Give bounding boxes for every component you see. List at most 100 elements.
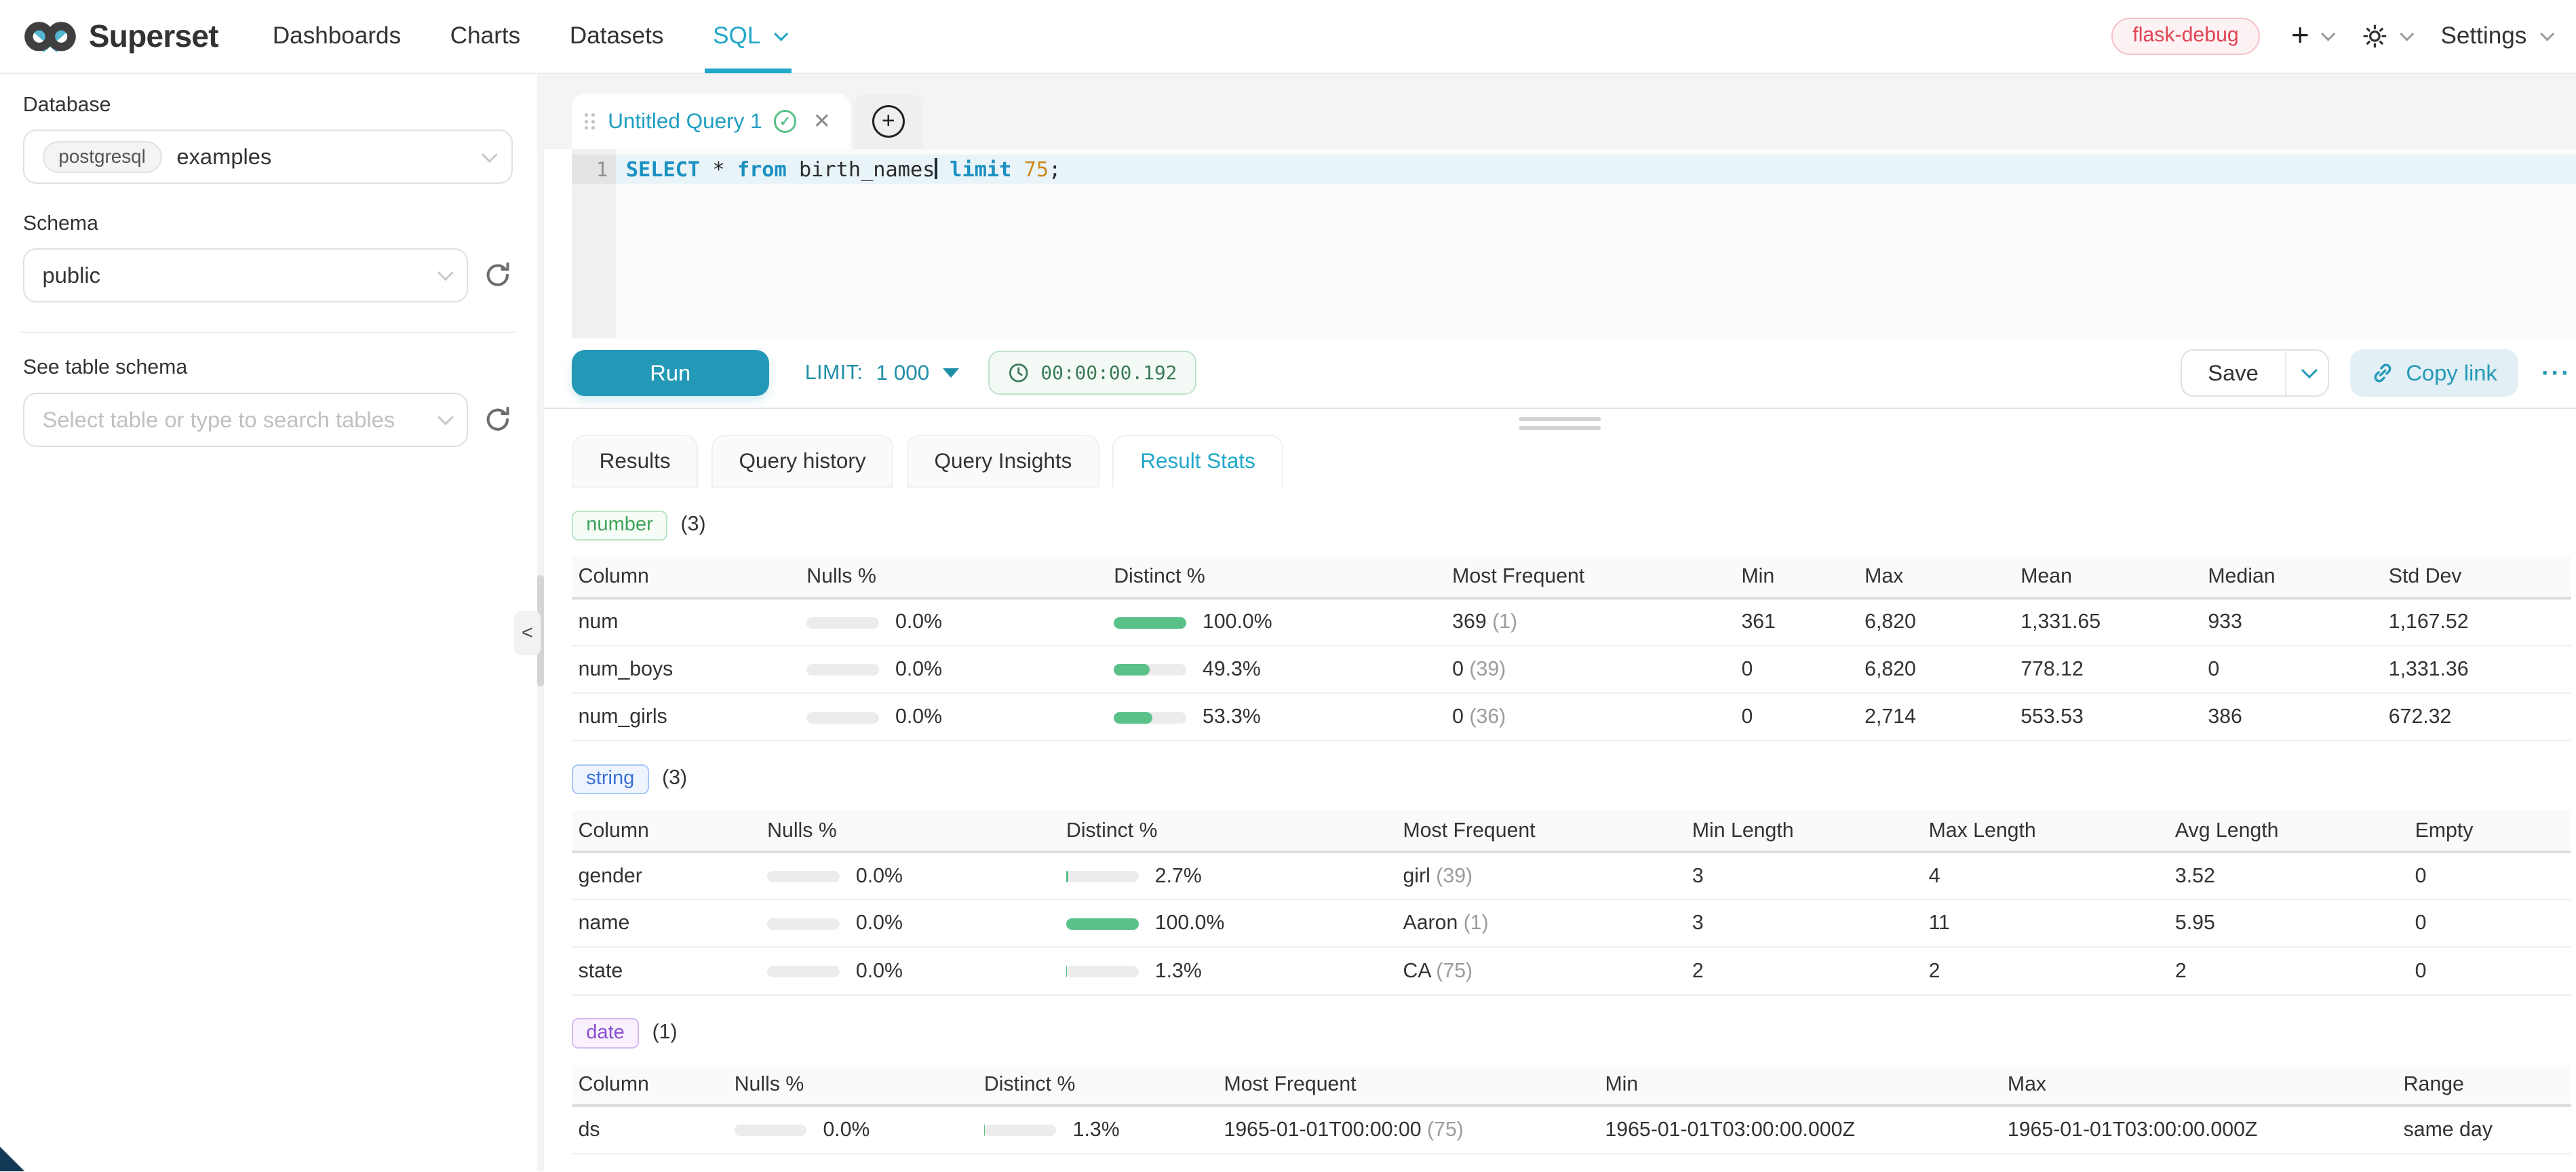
column-name-cell: name (572, 899, 761, 947)
database-select[interactable]: postgresql examples (23, 130, 513, 184)
table-select[interactable]: Select table or type to search tables (23, 393, 468, 447)
copy-link-button[interactable]: Copy link (2350, 349, 2518, 397)
editor-toolbar: Run LIMIT: 1 000 00:00:00.192 (572, 338, 2576, 408)
column-header: Median (2202, 557, 2382, 598)
percent-bar (767, 966, 840, 977)
sql-token (1011, 158, 1023, 182)
column-header: Avg Length (2168, 810, 2408, 852)
type-badge-date: date (572, 1018, 639, 1048)
sql-token: from (737, 158, 787, 182)
split-zone (544, 409, 2576, 435)
value-cell: 6,820 (1858, 646, 2014, 693)
stats-section-string: string(3)ColumnNulls %Distinct %Most Fre… (572, 761, 2571, 995)
stats-table-number: ColumnNulls %Distinct %Most FrequentMinM… (572, 557, 2571, 741)
schema-select[interactable]: public (23, 248, 468, 302)
value-cell: 0 (1735, 693, 1858, 741)
column-name-cell: state (572, 947, 761, 994)
percent-bar (1114, 664, 1186, 676)
value-cell: 3.52 (2168, 852, 2408, 899)
query-tab-title: Untitled Query 1 (608, 109, 762, 134)
column-name-cell: num_girls (572, 693, 800, 741)
tab-results[interactable]: Results (572, 435, 698, 488)
sql-token: limit (950, 158, 1011, 182)
save-options-button[interactable] (2285, 351, 2328, 395)
new-item-menu[interactable]: + (2291, 22, 2330, 50)
more-actions-button[interactable]: ··· (2541, 359, 2571, 387)
column-header: Distinct % (1059, 810, 1397, 852)
column-name-cell: gender (572, 852, 761, 899)
table-row: gender0.0%2.7%girl (39)343.520 (572, 852, 2571, 899)
triangle-down-icon (943, 368, 959, 378)
run-button[interactable]: Run (572, 350, 769, 396)
chevron-down-icon (2321, 27, 2335, 41)
refresh-tables-icon[interactable] (483, 405, 513, 435)
column-header: Min Length (1685, 810, 1922, 852)
nav-item-sql[interactable]: SQL (688, 0, 808, 73)
database-value: examples (176, 144, 271, 170)
schema-value: public (43, 262, 100, 288)
add-query-tab-button[interactable]: + (854, 94, 923, 149)
percent-bar (1066, 966, 1139, 977)
column-header: Most Frequent (1445, 557, 1734, 598)
database-engine-tag: postgresql (43, 141, 162, 174)
column-header: Mean (2014, 557, 2202, 598)
close-tab-icon[interactable]: ✕ (813, 109, 831, 134)
table-row: ds0.0%1.3%1965-01-01T00:00:00 (75)1965-0… (572, 1106, 2571, 1153)
chevron-down-icon (774, 27, 788, 41)
column-header: Empty (2408, 810, 2571, 852)
column-name-cell: num_boys (572, 646, 800, 693)
most-frequent-cell: 369 (1) (1445, 598, 1734, 646)
most-frequent-cell: CA (75) (1397, 947, 1685, 994)
refresh-schemas-icon[interactable] (483, 260, 513, 290)
sql-token: 75 (1024, 158, 1049, 182)
column-header: Column (572, 1065, 728, 1106)
chevron-down-icon (2301, 362, 2317, 378)
stats-section-date: date(1)ColumnNulls %Distinct %Most Frequ… (572, 1015, 2571, 1154)
sql-code-editor[interactable]: 1 SELECT * from birth_names limit 75; (572, 149, 2576, 338)
limit-dropdown[interactable]: LIMIT: 1 000 (805, 361, 959, 385)
value-cell: 6,820 (1858, 598, 2014, 646)
environment-badge: flask-debug (2111, 18, 2260, 55)
tab-result-stats[interactable]: Result Stats (1112, 435, 1283, 488)
most-frequent-cell: 0 (39) (1445, 646, 1734, 693)
nav-item-datasets[interactable]: Datasets (545, 0, 688, 73)
percent-cell: 0.0% (728, 1106, 977, 1153)
percent-bar (767, 918, 840, 930)
tab-query-history[interactable]: Query history (711, 435, 894, 488)
value-cell: 3 (1685, 899, 1922, 947)
query-success-icon: ✓ (774, 110, 797, 133)
drag-handle-icon[interactable] (585, 113, 595, 130)
tab-query-insights[interactable]: Query Insights (907, 435, 1099, 488)
nav-item-dashboards[interactable]: Dashboards (248, 0, 425, 73)
column-header: Max (1858, 557, 2014, 598)
sql-statement: SELECT * from birth_names limit 75; (626, 158, 1061, 182)
percent-cell: 0.0% (760, 852, 1059, 899)
value-cell: 0 (2408, 852, 2571, 899)
value-cell: 0 (2408, 899, 2571, 947)
chevron-down-icon (437, 265, 454, 281)
value-cell: 1,331.36 (2382, 646, 2571, 693)
nav-item-charts[interactable]: Charts (425, 0, 545, 73)
clock-icon (1008, 362, 1029, 383)
percent-cell: 100.0% (1108, 598, 1446, 646)
database-label: Database (23, 94, 513, 117)
value-cell: same day (2397, 1106, 2571, 1153)
value-cell: 0 (1735, 646, 1858, 693)
collapse-sidebar-button[interactable]: < (514, 611, 541, 655)
table-row: num_girls0.0%53.3%0 (36)02,714553.533866… (572, 693, 2571, 741)
stats-table-date: ColumnNulls %Distinct %Most FrequentMinM… (572, 1065, 2571, 1154)
column-header: Max Length (1922, 810, 2168, 852)
percent-bar (806, 617, 879, 629)
value-cell: 1965-01-01T03:00:00.000Z (1599, 1106, 2001, 1153)
superset-sql-lab: Superset Dashboards Charts Datasets SQL … (0, 0, 2576, 1171)
value-cell: 4 (1922, 852, 2168, 899)
value-cell: 2 (1685, 947, 1922, 994)
link-icon (2371, 362, 2394, 385)
save-button[interactable]: Save (2182, 351, 2285, 395)
chevron-down-icon (482, 146, 498, 163)
resize-handle[interactable] (1519, 417, 1601, 435)
settings-menu[interactable]: Settings (2440, 22, 2550, 50)
superset-logo[interactable]: Superset (23, 18, 218, 56)
theme-menu[interactable] (2362, 23, 2409, 50)
query-tab[interactable]: Untitled Query 1 ✓ ✕ (572, 94, 851, 149)
